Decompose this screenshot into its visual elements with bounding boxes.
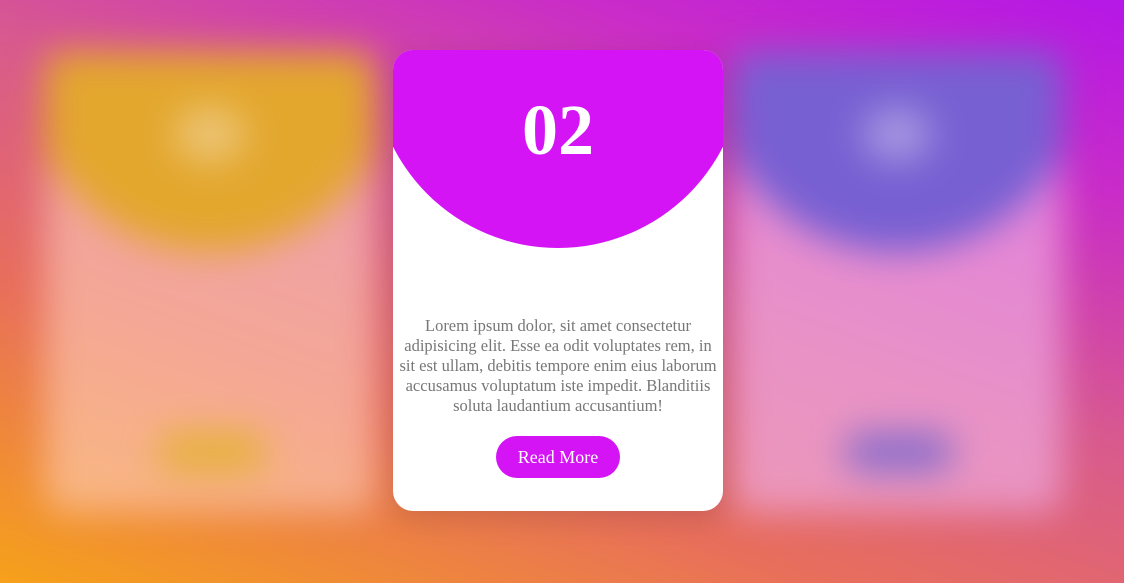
- card-left-button-blur: [157, 432, 267, 472]
- card-body-text: Lorem ipsum dolor, sit amet consectetur …: [399, 316, 717, 415]
- card-left-blurred: [45, 52, 375, 512]
- card-right-number-blur: [862, 107, 932, 162]
- card-number: 02: [522, 90, 594, 170]
- card-left-number-blur: [175, 107, 245, 162]
- card-right-blurred: [732, 52, 1062, 512]
- read-more-button[interactable]: Read More: [496, 436, 620, 478]
- card-center: 02 Lorem ipsum dolor, sit amet consectet…: [393, 50, 723, 511]
- card-right-button-blur: [844, 432, 954, 472]
